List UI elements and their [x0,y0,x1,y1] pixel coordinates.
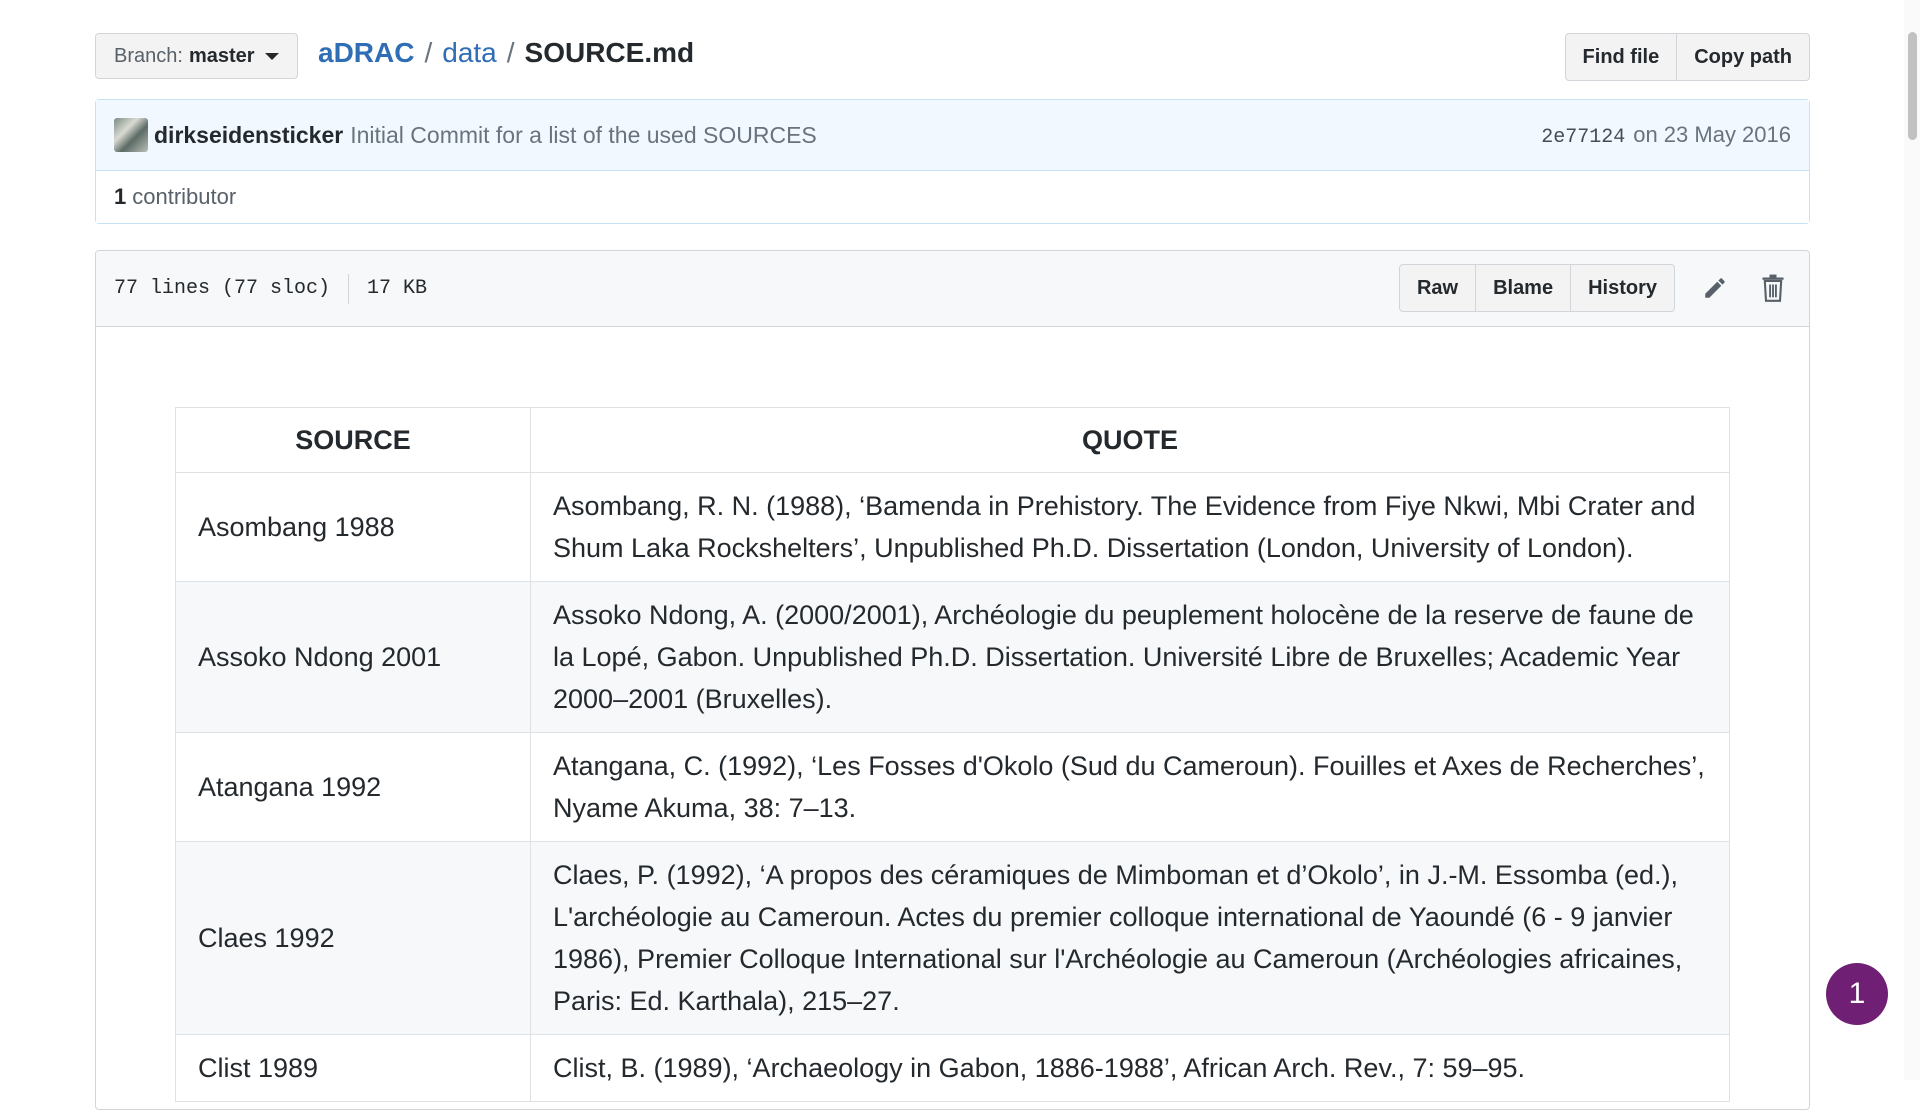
file-view-button-group: Raw Blame History [1398,264,1675,312]
delete-file-button[interactable] [1755,264,1791,312]
commit-sha-link[interactable]: 2e77124 [1541,126,1625,149]
breadcrumb-file-name: SOURCE.md [524,37,695,68]
notification-badge[interactable]: 1 [1826,963,1888,1025]
commit-message-link[interactable]: Initial Commit for a list of the used SO… [350,122,817,149]
source-cell: Clist 1989 [175,1034,531,1102]
file-header: 77 lines (77 sloc) 17 KB Raw Blame Histo… [96,251,1809,327]
branch-prefix: Branch: [114,44,183,67]
commit-tease: dirkseidensticker Initial Commit for a l… [96,100,1809,171]
source-cell: Claes 1992 [175,841,531,1035]
raw-button[interactable]: Raw [1398,264,1477,312]
source-cell: Assoko Ndong 2001 [175,581,531,733]
sources-table: SOURCE QUOTE Asombang 1988 Asombang, R. … [175,407,1730,1102]
quote-cell: Asombang, R. N. (1988), ‘Bamenda in Preh… [530,472,1730,582]
branch-select-button[interactable]: Branch: master [95,33,298,79]
page-scrollbar[interactable] [1904,0,1920,1080]
file-box: 77 lines (77 sloc) 17 KB Raw Blame Histo… [95,250,1810,1110]
source-cell: Atangana 1992 [175,732,531,842]
table-row: Assoko Ndong 2001 Assoko Ndong, A. (2000… [175,581,1730,733]
contributors-summary[interactable]: 1 contributor [96,171,1809,223]
file-actions: Raw Blame History [1398,264,1791,312]
file-nav-button-group: Find file Copy path [1564,33,1810,81]
breadcrumb: aDRAC / data / SOURCE.md [318,37,694,69]
table-row: Claes 1992 Claes, P. (1992), ‘A propos d… [175,841,1730,1035]
history-button[interactable]: History [1571,264,1675,312]
markdown-body: SOURCE QUOTE Asombang 1988 Asombang, R. … [96,327,1809,1102]
copy-path-button[interactable]: Copy path [1677,33,1810,81]
file-size: 17 KB [367,277,428,300]
scrollbar-thumb[interactable] [1908,32,1917,140]
quote-column-header: QUOTE [530,407,1730,473]
avatar[interactable] [114,118,148,152]
quote-cell: Claes, P. (1992), ‘A propos des céramiqu… [530,841,1730,1035]
breadcrumb-folder-link[interactable]: data [442,37,497,69]
file-navigation: Branch: master aDRAC / data / SOURCE.md … [95,33,1810,81]
edit-file-button[interactable] [1697,264,1733,312]
commit-meta: 2e77124 on 23 May 2016 [1541,122,1791,149]
table-row: Clist 1989 Clist, B. (1989), ‘Archaeolog… [175,1034,1730,1102]
file-line-count: 77 lines (77 sloc) [114,277,331,300]
contributors-count: 1 [114,184,127,209]
table-row: Asombang 1988 Asombang, R. N. (1988), ‘B… [175,472,1730,582]
file-info-divider [348,273,350,304]
commit-info-box: dirkseidensticker Initial Commit for a l… [95,99,1810,224]
find-file-button[interactable]: Find file [1564,33,1678,81]
commit-author-link[interactable]: dirkseidensticker [154,122,343,149]
branch-name: master [188,44,255,67]
blame-button[interactable]: Blame [1476,264,1572,312]
breadcrumb-separator: / [506,37,515,68]
source-cell: Asombang 1988 [175,472,531,582]
quote-cell: Clist, B. (1989), ‘Archaeology in Gabon,… [530,1034,1730,1102]
quote-cell: Assoko Ndong, A. (2000/2001), Archéologi… [530,581,1730,733]
source-column-header: SOURCE [175,407,531,473]
quote-cell: Atangana, C. (1992), ‘Les Fosses d'Okolo… [530,732,1730,842]
breadcrumb-repo-link[interactable]: aDRAC [318,37,414,69]
commit-date: on 23 May 2016 [1633,121,1791,147]
caret-down-icon [264,52,279,60]
contributors-label: contributor [132,184,237,209]
breadcrumb-separator: / [424,37,433,68]
trash-icon [1762,274,1784,302]
pencil-icon [1705,278,1725,298]
table-row: Atangana 1992 Atangana, C. (1992), ‘Les … [175,732,1730,842]
table-header-row: SOURCE QUOTE [175,407,1730,473]
